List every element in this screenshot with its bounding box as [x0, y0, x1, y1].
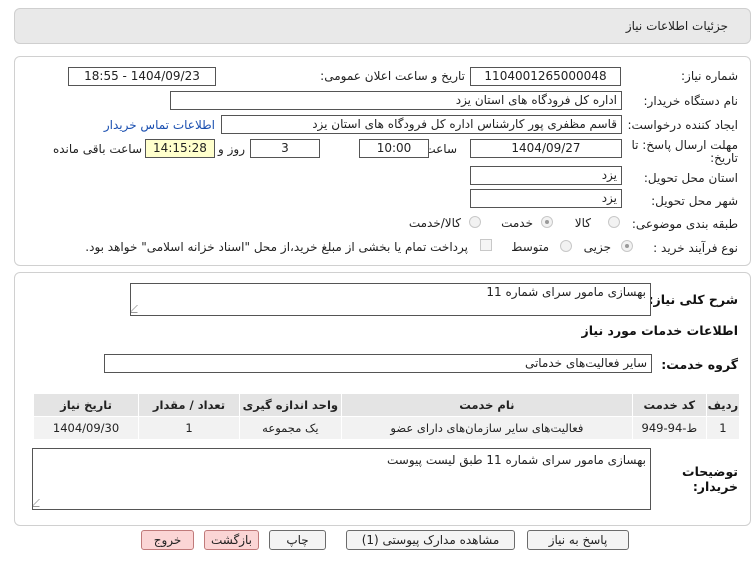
category-radio-goods-service[interactable] [469, 216, 481, 228]
creator-label: ایجاد کننده درخواست: [627, 118, 738, 132]
general-desc-label: شرح کلی نیاز: [648, 292, 738, 307]
view-attachments-button[interactable]: مشاهده مدارک پیوستی (1) [346, 530, 515, 550]
col-quantity-header: تعداد / مقدار [138, 393, 240, 417]
service-group-label: گروه خدمت: [661, 357, 738, 372]
page-title: جزئیات اطلاعات نیاز [625, 19, 728, 33]
services-table: ردیف کد خدمت نام خدمت واحد اندازه گیری ت… [32, 393, 741, 440]
general-desc-field: بهسازی مامور سرای شماره 11 [130, 283, 651, 316]
buyer-notes-field: بهسازی مامور سرای شماره 11 طبق لیست پیوس… [32, 448, 651, 510]
purchase-type-radio-medium[interactable] [560, 240, 572, 252]
general-desc-text: بهسازی مامور سرای شماره 11 [486, 285, 646, 299]
category-label: طبقه بندی موضوعی: [631, 217, 738, 231]
delivery-province-label: استان محل تحویل: [643, 171, 738, 185]
purchase-type-option-minor: جزیی [583, 240, 611, 254]
cell-need-date: 1404/09/30 [32, 416, 140, 440]
days-remaining-field: 3 [250, 139, 320, 158]
cell-service-name: فعالیت‌های سایر سازمان‌های دارای عضو [340, 416, 633, 440]
need-info-panel [14, 56, 751, 266]
delivery-city-label: شهر محل تحویل: [651, 194, 738, 208]
treasury-payment-checkbox[interactable] [480, 239, 492, 251]
buyer-notes-label-line2: خریدار: [692, 479, 738, 494]
deadline-date-field: 1404/09/27 [470, 139, 622, 158]
col-service-code-header: کد خدمت [631, 393, 707, 417]
buyer-notes-label-line1: توضیحات [682, 464, 738, 479]
deadline-time-label: ساعت [424, 142, 457, 156]
purchase-type-option-medium: متوسط [511, 240, 549, 254]
need-number-field: 1104001265000048 [470, 67, 621, 86]
purchase-type-radio-minor[interactable] [621, 240, 633, 252]
reply-button[interactable]: پاسخ به نیاز [527, 530, 629, 550]
announce-date-label: تاریخ و ساعت اعلان عمومی: [320, 69, 465, 83]
need-number-label: شماره نیاز: [681, 69, 738, 83]
remaining-time-label: ساعت باقی مانده [52, 142, 142, 156]
cell-row: 1 [705, 416, 741, 440]
col-need-date-header: تاریخ نیاز [32, 393, 140, 417]
print-button[interactable]: چاپ [269, 530, 326, 550]
remaining-time-field: 14:15:28 [145, 139, 215, 158]
cell-unit: یک مجموعه [238, 416, 342, 440]
buyer-contact-link[interactable]: اطلاعات تماس خریدار [104, 118, 215, 132]
buyer-org-label: نام دستگاه خریدار: [643, 94, 739, 108]
deadline-time-field: 10:00 [359, 139, 429, 158]
table-row: 1 ط-94-949 فعالیت‌های سایر سازمان‌های دا… [32, 416, 741, 440]
services-info-title: اطلاعات خدمات مورد نیاز [581, 323, 739, 338]
cell-quantity: 1 [138, 416, 240, 440]
creator-field: قاسم مظفری پور کارشناس اداره کل فرودگاه … [221, 115, 622, 134]
category-option-service: خدمت [501, 216, 533, 230]
buyer-org-field: اداره کل فرودگاه های استان یزد [170, 91, 622, 110]
treasury-payment-note: پرداخت تمام یا بخشی از مبلغ خرید،از محل … [85, 240, 468, 254]
service-group-field: سایر فعالیت‌های خدماتی [104, 354, 652, 373]
buyer-notes-text: بهسازی مامور سرای شماره 11 طبق لیست پیوس… [387, 453, 646, 467]
page-header: جزئیات اطلاعات نیاز [14, 8, 751, 44]
col-unit-header: واحد اندازه گیری [238, 393, 342, 417]
announce-date-field: 1404/09/23 - 18:55 [68, 67, 216, 86]
exit-button[interactable]: خروج [141, 530, 194, 550]
category-option-goods: کالا [574, 216, 591, 230]
delivery-province-field: یزد [470, 166, 622, 185]
category-radio-goods[interactable] [608, 216, 620, 228]
purchase-type-label: نوع فرآیند خرید : [653, 241, 738, 255]
resize-handle[interactable] [131, 305, 145, 313]
deadline-label-line2: تاریخ: [710, 151, 738, 165]
resize-handle[interactable] [33, 499, 47, 507]
deadline-label-line1: مهلت ارسال پاسخ: تا [631, 138, 738, 152]
cell-service-code: ط-94-949 [631, 416, 707, 440]
table-header-row: ردیف کد خدمت نام خدمت واحد اندازه گیری ت… [32, 393, 741, 417]
col-service-name-header: نام خدمت [340, 393, 633, 417]
category-option-goods-service: کالا/خدمت [408, 216, 461, 230]
category-radio-service[interactable] [541, 216, 553, 228]
col-row-header: ردیف [705, 393, 741, 417]
delivery-city-field: یزد [470, 189, 622, 208]
days-label: روز و [218, 142, 245, 156]
back-button[interactable]: بازگشت [204, 530, 259, 550]
